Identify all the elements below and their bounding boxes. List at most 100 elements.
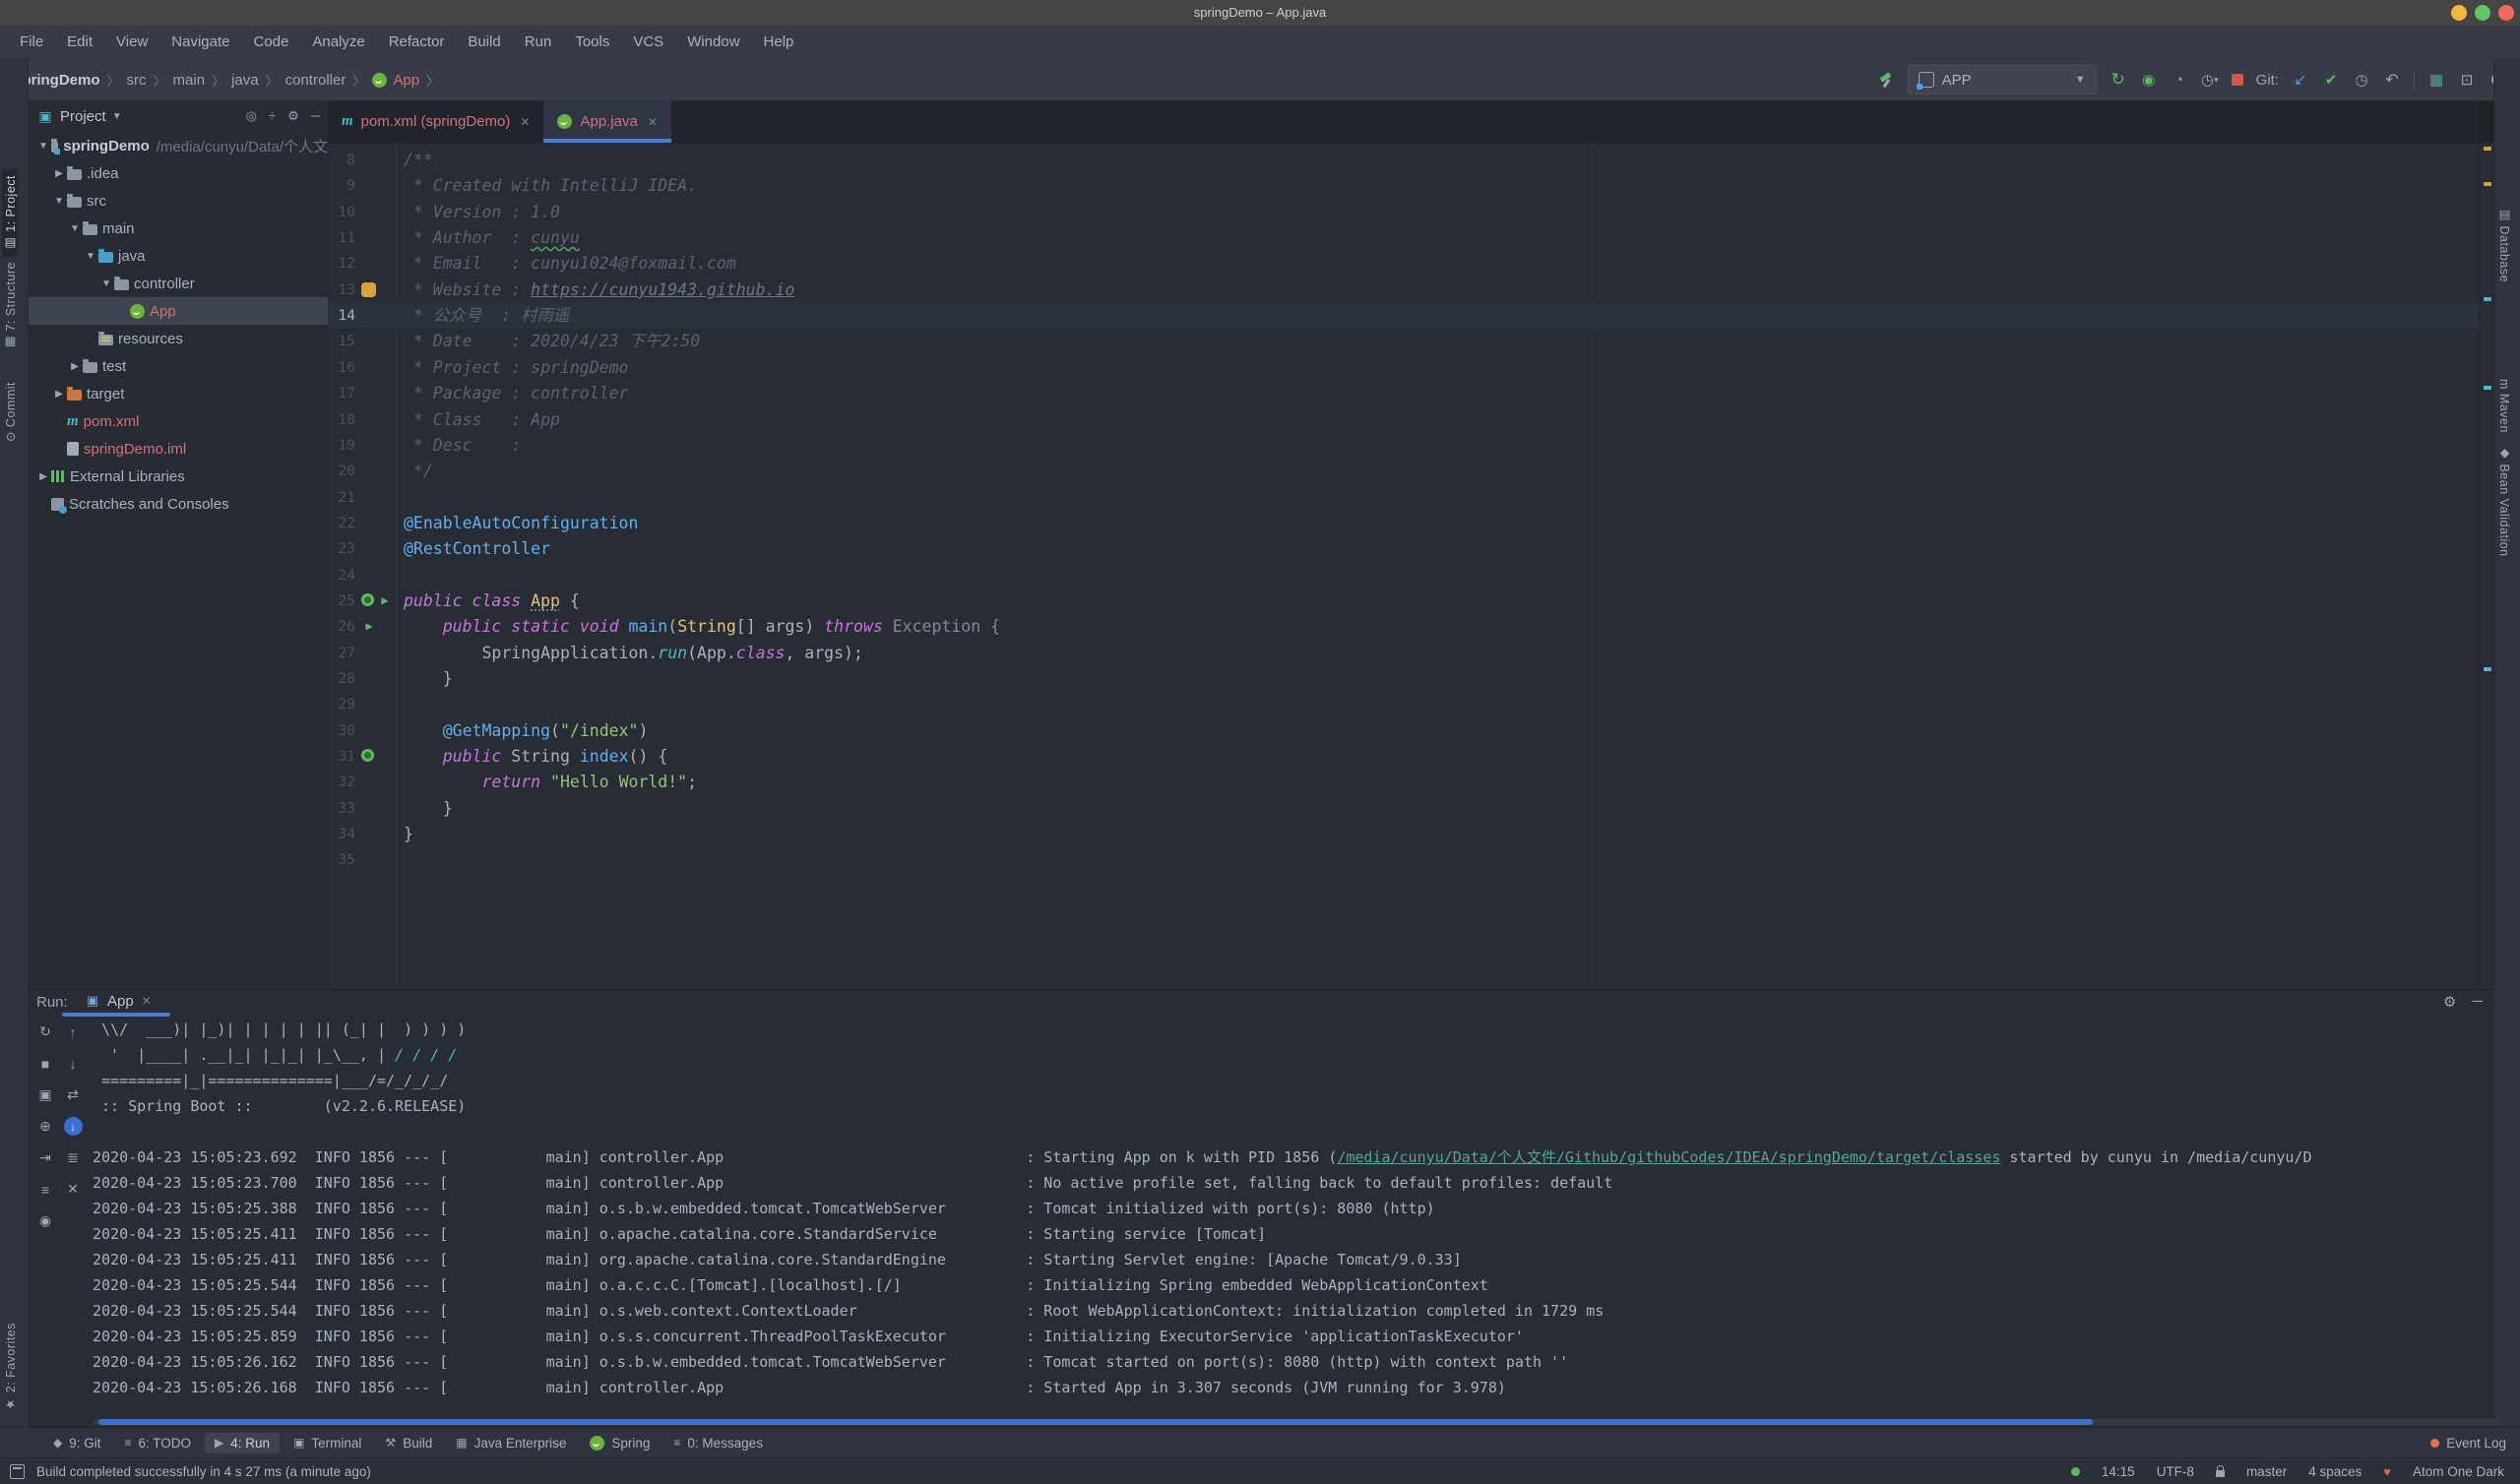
spring-bean-gutter-icon[interactable] xyxy=(361,749,374,763)
scroll-to-end-icon[interactable]: ↓ xyxy=(63,1117,83,1136)
indent-indicator[interactable]: 4 spaces xyxy=(2308,1464,2362,1479)
code-line-28[interactable]: 28 } xyxy=(328,666,2479,692)
tree-item-test[interactable]: ▶ test xyxy=(29,352,328,380)
tool-window-switcher-icon[interactable] xyxy=(10,1463,25,1479)
code-line-25[interactable]: 25 ▶ public class App { xyxy=(328,588,2479,614)
breadcrumb-item-src[interactable]: src xyxy=(127,72,147,89)
menu-vcs[interactable]: VCS xyxy=(623,31,673,53)
stripe-button-commit[interactable]: ⊙ Commit xyxy=(2,376,19,448)
theme-name[interactable]: Atom One Dark xyxy=(2413,1464,2504,1479)
coverage-icon[interactable]: ⊕ xyxy=(36,1117,55,1136)
menu-refactor[interactable]: Refactor xyxy=(379,31,455,53)
run-gutter-icon[interactable]: ▶ xyxy=(361,618,377,634)
code-line-18[interactable]: 18 * Class : App xyxy=(328,407,2479,433)
run-configuration-select[interactable]: APP ▼ xyxy=(1907,65,2097,94)
run-tab[interactable]: ▣ App ✕ xyxy=(84,992,152,1010)
toolwindow-button-git[interactable]: ◆ 9: Git xyxy=(43,1433,111,1453)
tree-item-controller[interactable]: ▼ controller xyxy=(29,270,328,297)
menu-analyze[interactable]: Analyze xyxy=(302,31,374,53)
code-line-31[interactable]: 31 public String index() { xyxy=(328,744,2479,770)
code-editor[interactable]: 8/** 9 * Created with IntelliJ IDEA. 10 * … xyxy=(328,143,2479,989)
git-update-icon[interactable]: ↙ xyxy=(2292,71,2309,89)
tree-item-pom-xml[interactable]: m pom.xml xyxy=(29,407,328,435)
run-gutter-icon[interactable]: ▶ xyxy=(377,592,393,608)
tree-item-app[interactable]: App xyxy=(29,297,328,325)
code-line-8[interactable]: 8 /** xyxy=(328,148,2479,173)
close-icon[interactable]: ✕ xyxy=(142,994,152,1008)
code-line-12[interactable]: 12 * Email : cunyu1024@foxmail.com xyxy=(328,251,2479,277)
breadcrumb-item-app[interactable]: App xyxy=(372,72,419,89)
menu-build[interactable]: Build xyxy=(458,31,510,53)
toolwindow-button-java-enterprise[interactable]: ▦ Java Enterprise xyxy=(446,1433,576,1453)
toolwindow-button-run[interactable]: ▶ 4: Run xyxy=(205,1432,281,1453)
caret-position[interactable]: 14:15 xyxy=(2102,1464,2135,1479)
code-line-19[interactable]: 19 * Desc : xyxy=(328,433,2479,459)
code-line-13[interactable]: 13 * Website : https://cunyu1943.github.… xyxy=(328,278,2479,303)
lock-icon[interactable] xyxy=(2215,1464,2225,1477)
chevron-expanded-icon[interactable]: ▼ xyxy=(67,223,83,234)
menu-navigate[interactable]: Navigate xyxy=(161,31,239,53)
stripe-mark[interactable] xyxy=(2484,297,2491,301)
toolwindow-button-spring[interactable]: Spring xyxy=(580,1433,660,1453)
run-button-icon[interactable]: ↻ xyxy=(2110,70,2127,89)
tree-item-springdemo-iml[interactable]: springDemo.iml xyxy=(29,435,328,463)
project-structure-icon[interactable]: ▦ xyxy=(2427,71,2445,89)
code-line-9[interactable]: 9 * Created with IntelliJ IDEA. xyxy=(328,173,2479,199)
log-file-link[interactable]: /media/cunyu/Data/个人文件/Github/githubCode… xyxy=(1337,1148,2000,1166)
code-line-11[interactable]: 11 * Author : cunyu xyxy=(328,225,2479,251)
soft-wrap-icon[interactable]: ⇄ xyxy=(64,1085,83,1104)
toolwindow-button-todo[interactable]: ≡ 6: TODO xyxy=(115,1433,202,1453)
maximize-button[interactable] xyxy=(2475,5,2490,21)
code-line-10[interactable]: 10 * Version : 1.0 xyxy=(328,200,2479,225)
stripe-mark[interactable] xyxy=(2484,386,2491,390)
collapse-all-icon[interactable]: ÷ xyxy=(269,108,276,124)
stripe-button-maven[interactable]: m Maven xyxy=(2497,379,2511,433)
code-line-29[interactable]: 29 xyxy=(328,692,2479,717)
code-line-14[interactable]: 14 * 公众号 : 村雨遥 xyxy=(328,303,2479,330)
menu-code[interactable]: Code xyxy=(243,31,298,53)
chevron-down-icon[interactable]: ▼ xyxy=(112,111,122,122)
stripe-mark[interactable] xyxy=(2484,667,2491,671)
rerun-icon[interactable]: ↻ xyxy=(36,1022,55,1041)
jump-to-icon[interactable]: ⇥ xyxy=(36,1148,55,1167)
code-line-34[interactable]: 34} xyxy=(328,822,2479,847)
breadcrumb-item-java[interactable]: java xyxy=(231,72,259,89)
code-line-23[interactable]: 23 @RestController xyxy=(328,536,2479,562)
breadcrumb-item-main[interactable]: main xyxy=(173,72,206,89)
close-icon[interactable]: ✕ xyxy=(648,115,658,129)
build-hammer-icon[interactable] xyxy=(1877,71,1895,89)
event-log-button[interactable]: Event Log xyxy=(2430,1436,2506,1451)
git-commit-icon[interactable]: ✔ xyxy=(2322,71,2340,89)
code-line-21[interactable]: 21 xyxy=(328,485,2479,511)
scrollbar-thumb[interactable] xyxy=(98,1419,2093,1425)
close-icon[interactable]: ✕ xyxy=(520,115,530,129)
debug-button-icon[interactable]: ◉ xyxy=(2140,71,2158,89)
menu-tools[interactable]: Tools xyxy=(565,31,619,53)
file-encoding[interactable]: UTF-8 xyxy=(2157,1464,2194,1479)
intention-bulb-icon[interactable] xyxy=(361,281,376,297)
stripe-mark[interactable] xyxy=(2484,182,2491,186)
tree-item-scratches-and-consoles[interactable]: Scratches and Consoles xyxy=(29,490,328,518)
code-line-27[interactable]: 27 SpringApplication.run(App.class, args… xyxy=(328,641,2479,666)
preview-icon[interactable]: ⊡ xyxy=(2458,71,2476,89)
tree-item-resources[interactable]: resources xyxy=(29,325,328,352)
status-message[interactable]: Build completed successfully in 4 s 27 m… xyxy=(36,1464,371,1479)
locate-file-icon[interactable]: ◎ xyxy=(246,108,257,124)
tree-item--idea[interactable]: ▶ .idea xyxy=(29,159,328,187)
toolwindow-button-build[interactable]: ⚒ Build xyxy=(375,1433,442,1453)
chevron-collapsed-icon[interactable]: ▶ xyxy=(35,471,51,482)
heart-icon[interactable]: ♥ xyxy=(2383,1464,2391,1479)
code-line-22[interactable]: 22 @EnableAutoConfiguration xyxy=(328,511,2479,536)
print-icon[interactable]: ≣ xyxy=(64,1148,83,1167)
stop-icon[interactable] xyxy=(2231,74,2243,86)
stripe-mark[interactable] xyxy=(2484,147,2491,151)
project-panel-title[interactable]: Project xyxy=(60,108,106,125)
hide-panel-icon[interactable]: ─ xyxy=(311,108,320,124)
close-button[interactable] xyxy=(2498,5,2514,21)
stop-icon[interactable]: ■ xyxy=(36,1054,55,1073)
stripe-button-1-project[interactable]: ▤ 1: Project xyxy=(2,169,19,258)
pin-icon[interactable]: ◉ xyxy=(36,1211,55,1230)
code-line-32[interactable]: 32 return "Hello World!"; xyxy=(328,770,2479,795)
toolwindow-button-messages[interactable]: ≡ 0: Messages xyxy=(663,1433,773,1453)
chevron-collapsed-icon[interactable]: ▶ xyxy=(51,168,67,179)
